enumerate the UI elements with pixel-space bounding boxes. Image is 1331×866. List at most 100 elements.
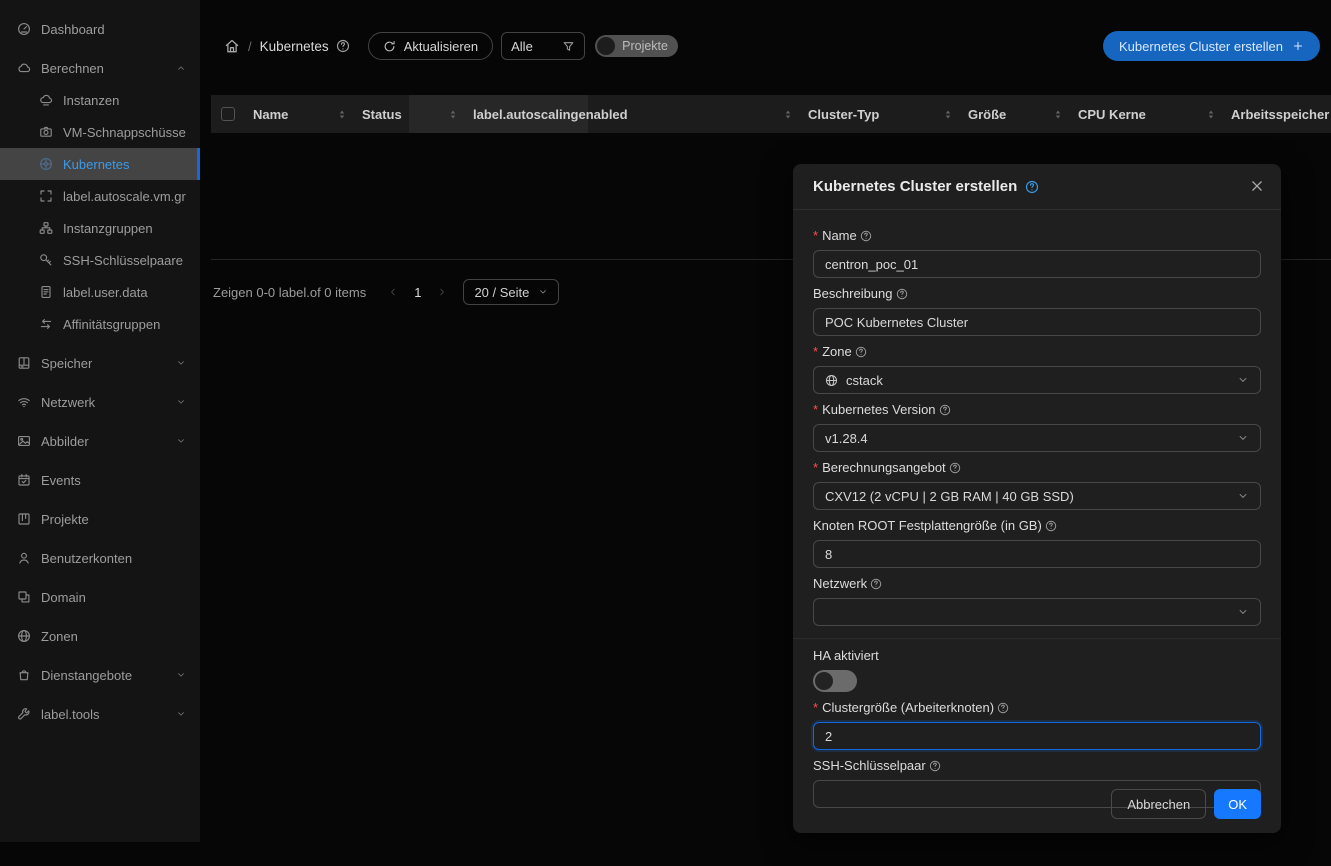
sidebar-item-benutzerkonten[interactable]: Benutzerkonten: [0, 542, 200, 574]
storage-icon: [17, 356, 31, 370]
compute-offering-select[interactable]: CXV12 (2 vCPU | 2 GB RAM | 40 GB SSD): [813, 482, 1261, 510]
select-all-header[interactable]: [211, 95, 245, 133]
column-header-label.autoscalingenabled[interactable]: label.autoscalingenabled: [465, 95, 800, 133]
chevron-down-icon: [1237, 490, 1249, 502]
kubernetes-version-value: v1.28.4: [825, 431, 868, 446]
column-header-Cluster-Typ[interactable]: Cluster-Typ: [800, 95, 960, 133]
picture-icon: [17, 434, 31, 448]
pagination-next-button[interactable]: [431, 279, 453, 305]
field-label-text: Zone: [822, 344, 852, 359]
column-title: Name: [253, 107, 288, 122]
sidebar-item-label: Abbilder: [41, 434, 89, 449]
name-label: *Name: [813, 228, 1261, 243]
sidebar-item-ssh-schluesselpaare[interactable]: SSH-Schlüsselpaare: [0, 244, 200, 276]
ha-enabled-toggle[interactable]: [813, 670, 857, 692]
sidebar-item-autoscale-vm-groups[interactable]: label.autoscale.vm.groups: [0, 180, 200, 212]
pagination-page-1[interactable]: 1: [404, 285, 431, 300]
page-size-select[interactable]: 20 / Seite: [463, 279, 559, 305]
info-circle-icon[interactable]: [997, 702, 1009, 714]
project-icon: [17, 512, 31, 526]
pagination-summary: Zeigen 0-0 label.of 0 items: [213, 285, 366, 300]
chevron-down-icon: [176, 436, 186, 446]
info-circle-icon[interactable]: [939, 404, 951, 416]
chevron-down-icon: [538, 287, 548, 297]
modal-header: Kubernetes Cluster erstellen: [793, 164, 1281, 210]
cluster-size-field[interactable]: [813, 722, 1261, 750]
ssh-keypair-label: SSH-Schlüsselpaar: [813, 758, 1261, 773]
page-size-value: 20 / Seite: [474, 285, 529, 300]
sidebar-item-projekte[interactable]: Projekte: [0, 503, 200, 535]
compute-offering-label: *Berechnungsangebot: [813, 460, 1261, 475]
info-circle-icon[interactable]: [1045, 520, 1057, 532]
filter-value: Alle: [511, 39, 533, 54]
sidebar-item-user-data[interactable]: label.user.data: [0, 276, 200, 308]
chevron-down-icon: [176, 670, 186, 680]
projects-toggle[interactable]: Projekte: [595, 35, 678, 57]
zone-select[interactable]: cstack: [813, 366, 1261, 394]
column-title: Größe: [968, 107, 1006, 122]
info-circle-icon[interactable]: [929, 760, 941, 772]
sidebar-item-dienstangebote[interactable]: Dienstangebote: [0, 659, 200, 691]
sidebar-item-zonen[interactable]: Zonen: [0, 620, 200, 652]
info-circle-icon[interactable]: [896, 288, 908, 300]
question-circle-icon[interactable]: [336, 39, 350, 53]
chevron-down-icon: [176, 709, 186, 719]
sidebar-item-instanzgruppen[interactable]: Instanzgruppen: [0, 212, 200, 244]
sidebar-item-label: Domain: [41, 590, 86, 605]
sidebar-item-domain[interactable]: Domain: [0, 581, 200, 613]
sidebar-item-label: Kubernetes: [63, 157, 130, 172]
column-header-CPU Kerne[interactable]: CPU Kerne: [1070, 95, 1223, 133]
select-all-checkbox[interactable]: [221, 107, 235, 121]
description-field[interactable]: [813, 308, 1261, 336]
name-field[interactable]: [813, 250, 1261, 278]
column-header-Größe[interactable]: Größe: [960, 95, 1070, 133]
sidebar-item-label: SSH-Schlüsselpaare: [63, 253, 183, 268]
column-header-Arbeitsspeicher[interactable]: Arbeitsspeicher: [1223, 95, 1331, 133]
sidebar-item-label: Benutzerkonten: [41, 551, 132, 566]
sidebar-item-tools[interactable]: label.tools: [0, 698, 200, 730]
column-header-Status[interactable]: Status: [354, 95, 465, 133]
create-kubernetes-cluster-button[interactable]: Kubernetes Cluster erstellen: [1103, 31, 1320, 61]
pagination-prev-button[interactable]: [382, 279, 404, 305]
close-icon[interactable]: [1249, 178, 1265, 194]
sidebar-item-speicher[interactable]: Speicher: [0, 347, 200, 379]
field-label-text: HA aktiviert: [813, 648, 879, 663]
cluster-size-label: *Clustergröße (Arbeiterknoten): [813, 700, 1261, 715]
sidebar-item-label: VM-Schnappschüsse: [63, 125, 186, 140]
sidebar-item-kubernetes[interactable]: Kubernetes: [0, 148, 200, 180]
chevron-left-icon: [388, 287, 398, 297]
sidebar-item-berechnen[interactable]: Berechnen: [0, 52, 200, 84]
required-mark: *: [813, 700, 818, 715]
filter-select[interactable]: Alle: [501, 32, 585, 60]
sidebar-item-abbilder[interactable]: Abbilder: [0, 425, 200, 457]
sidebar-item-affinitaetsgruppen[interactable]: Affinitätsgruppen: [0, 308, 200, 340]
required-mark: *: [813, 460, 818, 475]
column-header-Name[interactable]: Name: [245, 95, 354, 133]
sidebar-item-vm-schnappschuesse[interactable]: VM-Schnappschüsse: [0, 116, 200, 148]
sidebar-item-instanzen[interactable]: Instanzen: [0, 84, 200, 116]
sidebar-item-dashboard[interactable]: Dashboard: [0, 13, 200, 45]
sidebar-item-label: Dashboard: [41, 22, 105, 37]
ok-button[interactable]: OK: [1214, 789, 1261, 819]
info-circle-icon[interactable]: [860, 230, 872, 242]
kubernetes-version-select[interactable]: v1.28.4: [813, 424, 1261, 452]
sort-carets-icon: [330, 109, 346, 120]
info-circle-icon[interactable]: [870, 578, 882, 590]
info-circle-icon[interactable]: [855, 346, 867, 358]
refresh-button[interactable]: Aktualisieren: [368, 32, 493, 60]
sidebar-item-events[interactable]: Events: [0, 464, 200, 496]
question-circle-icon[interactable]: [1025, 180, 1039, 194]
form-divider: [793, 638, 1281, 639]
root-disk-size-field[interactable]: [813, 540, 1261, 568]
sidebar-item-label: Events: [41, 473, 81, 488]
field-label-text: Beschreibung: [813, 286, 893, 301]
home-icon[interactable]: [224, 38, 240, 54]
sort-carets-icon: [936, 109, 952, 120]
cancel-button[interactable]: Abbrechen: [1111, 789, 1206, 819]
toggle-knob: [597, 37, 615, 55]
sidebar-item-netzwerk[interactable]: Netzwerk: [0, 386, 200, 418]
column-title: Arbeitsspeicher: [1231, 107, 1329, 122]
network-select[interactable]: [813, 598, 1261, 626]
info-circle-icon[interactable]: [949, 462, 961, 474]
user-icon: [17, 551, 31, 565]
